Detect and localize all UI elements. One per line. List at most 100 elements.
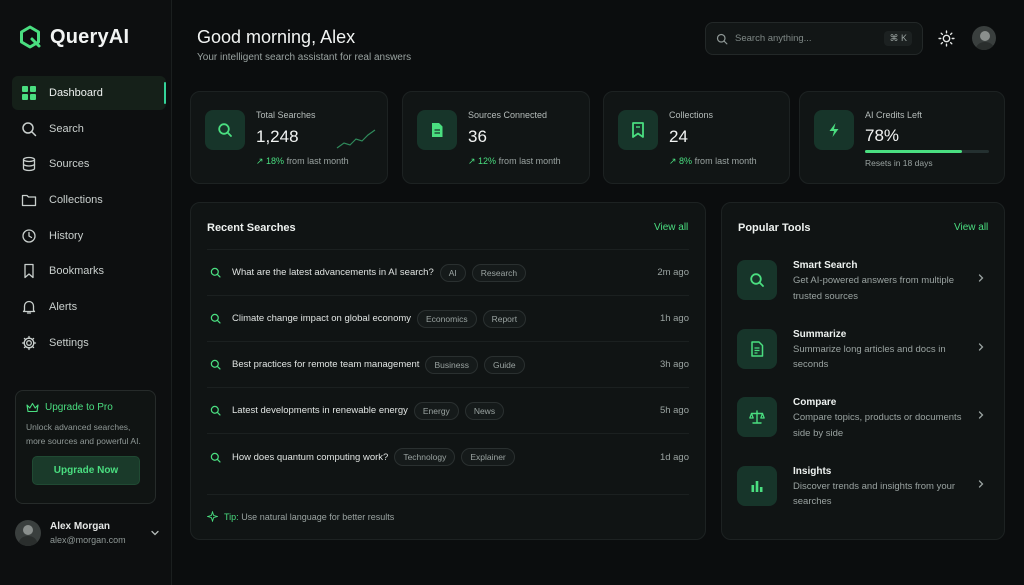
sidebar-item-search[interactable]: Search bbox=[12, 112, 166, 146]
app-name: QueryAI bbox=[50, 25, 130, 48]
tool-description: Summarize long articles and docs in seco… bbox=[793, 343, 946, 371]
delta-value: ↗ 12% bbox=[468, 156, 497, 166]
tag-badge[interactable]: Energy bbox=[413, 401, 459, 420]
tool-item-compare[interactable]: Compare Compare topics, products or docum… bbox=[737, 397, 992, 441]
gear-icon bbox=[21, 335, 37, 350]
credits-progress-fill bbox=[865, 150, 962, 153]
recent-search-row[interactable]: What are the latest advancements in AI s… bbox=[207, 250, 689, 296]
tool-name: Smart Search bbox=[793, 260, 858, 271]
divider bbox=[207, 494, 689, 495]
tag-badge[interactable]: Business bbox=[425, 355, 478, 374]
app-logo[interactable]: QueryAI bbox=[18, 25, 129, 49]
sidebar-item-dashboard[interactable]: Dashboard bbox=[12, 76, 166, 110]
stat-icon bbox=[814, 110, 854, 150]
view-all-link[interactable]: View all bbox=[654, 222, 688, 233]
tag-badge[interactable]: Guide bbox=[483, 355, 525, 374]
search-icon bbox=[210, 452, 221, 463]
search-time: 5h ago bbox=[659, 405, 689, 416]
recent-search-row[interactable]: Climate change impact on global economy E… bbox=[207, 296, 689, 342]
tool-name: Summarize bbox=[793, 328, 847, 340]
delta-text: from last month bbox=[692, 156, 757, 166]
sidebar-item-label: Collections bbox=[49, 194, 103, 207]
search-icon bbox=[210, 267, 221, 278]
shortcut-hint: ⌘ K bbox=[884, 31, 912, 46]
credits-progress-bar bbox=[865, 150, 989, 153]
profile-avatar[interactable] bbox=[972, 26, 996, 50]
search-time: 3h ago bbox=[659, 359, 689, 370]
sidebar-item-collections[interactable]: Collections bbox=[12, 183, 166, 217]
search-query: How does quantum computing work? bbox=[232, 451, 389, 463]
stat-icon bbox=[205, 110, 245, 150]
tag-badge[interactable]: Report bbox=[482, 309, 527, 328]
chevron-right-icon bbox=[978, 274, 984, 282]
tool-icon bbox=[737, 397, 777, 437]
sun-icon[interactable] bbox=[938, 30, 955, 47]
user-name: Alex Morgan bbox=[50, 521, 111, 532]
recent-searches-panel: Recent Searches View all What are the la… bbox=[190, 202, 706, 540]
sidebar-item-label: Bookmarks bbox=[49, 265, 105, 278]
search-icon bbox=[210, 359, 221, 370]
stat-value: 78% bbox=[865, 126, 900, 145]
chevron-right-icon bbox=[978, 411, 984, 419]
stat-label: Sources Connected bbox=[468, 110, 548, 120]
sidebar-item-sources[interactable]: Sources bbox=[12, 147, 166, 181]
summary-doc-icon bbox=[751, 340, 764, 357]
tag-badge[interactable]: AI bbox=[439, 263, 466, 282]
stat-icon bbox=[417, 110, 457, 150]
tip-text: Use natural language for better results bbox=[241, 511, 395, 522]
search-time: 2m ago bbox=[657, 267, 689, 278]
tag-badge[interactable]: Explainer bbox=[461, 448, 515, 466]
sidebar-item-bookmarks[interactable]: Bookmarks bbox=[12, 254, 166, 288]
tool-icon bbox=[737, 328, 777, 369]
delta-text: from last month bbox=[284, 156, 349, 166]
popular-tools-panel: Popular Tools View all Smart Search Get A… bbox=[721, 202, 1005, 540]
tip-label: Tip: bbox=[224, 511, 239, 522]
sidebar-item-history[interactable]: History bbox=[12, 219, 166, 253]
recent-search-row[interactable]: Latest developments in renewable energy E… bbox=[207, 388, 689, 434]
database-icon bbox=[22, 157, 36, 172]
search-input[interactable]: Search anything... ⌘ K bbox=[705, 22, 923, 55]
search-placeholder: Search anything... bbox=[735, 33, 812, 44]
sparkline bbox=[336, 129, 376, 149]
bar-chart-icon bbox=[751, 480, 763, 492]
chevron-down-icon[interactable] bbox=[150, 528, 160, 538]
grid-icon bbox=[22, 86, 36, 100]
tool-description: Discover trends and insights from your s… bbox=[793, 480, 956, 508]
sidebar-item-label: Search bbox=[49, 122, 84, 135]
stat-card-ai-credits: AI Credits Left 78% Resets in 18 days bbox=[799, 91, 1005, 184]
search-query: Best practices for remote team managemen… bbox=[232, 359, 420, 370]
avatar bbox=[15, 520, 41, 546]
upgrade-now-button[interactable]: Upgrade Now bbox=[32, 456, 140, 485]
sidebar-item-label: History bbox=[49, 229, 84, 242]
recent-search-row[interactable]: Best practices for remote team managemen… bbox=[207, 342, 689, 388]
search-icon bbox=[716, 33, 728, 44]
delta-value: ↗ 8% bbox=[669, 156, 693, 166]
tag-badge[interactable]: News bbox=[464, 401, 505, 420]
credits-reset-text: Resets in 18 days bbox=[865, 158, 933, 168]
tag-badge[interactable]: Economics bbox=[417, 309, 477, 328]
tool-item-smart-search[interactable]: Smart Search Get AI-powered answers from … bbox=[737, 260, 992, 304]
tool-item-summarize[interactable]: Summarize Summarize long articles and doc… bbox=[737, 328, 992, 373]
tag-badge[interactable]: Research bbox=[471, 263, 527, 282]
sidebar-item-alerts[interactable]: Alerts bbox=[12, 290, 166, 324]
stat-label: AI Credits Left bbox=[865, 110, 923, 120]
sidebar-item-settings[interactable]: Settings bbox=[12, 326, 166, 360]
search-time: 1h ago bbox=[659, 313, 689, 324]
tag-badge[interactable]: Technology bbox=[394, 448, 456, 466]
panel-title: Recent Searches bbox=[207, 222, 296, 234]
upgrade-card: Upgrade to Pro Unlock advanced searches,… bbox=[15, 390, 156, 504]
search-icon bbox=[210, 313, 221, 324]
chevron-right-icon bbox=[978, 342, 984, 351]
stat-card-total-searches: Total Searches 1,248 ↗ 18% from last mon… bbox=[190, 91, 388, 184]
search-query: What are the latest advancements in AI s… bbox=[232, 267, 434, 278]
stat-label: Total Searches bbox=[256, 110, 316, 120]
upgrade-title: Upgrade to Pro bbox=[26, 402, 145, 413]
user-menu[interactable]: Alex Morgan alex@morgan.com bbox=[15, 520, 160, 546]
page-subtitle: Your intelligent search assistant for re… bbox=[197, 52, 412, 63]
search-icon bbox=[218, 123, 232, 137]
view-all-link[interactable]: View all bbox=[954, 222, 988, 233]
tool-description: Compare topics, products or documents si… bbox=[793, 412, 962, 439]
stat-value: 36 bbox=[468, 127, 487, 146]
recent-search-row[interactable]: How does quantum computing work? Technolo… bbox=[207, 434, 689, 480]
tool-item-insights[interactable]: Insights Discover trends and insights fro… bbox=[737, 465, 992, 510]
